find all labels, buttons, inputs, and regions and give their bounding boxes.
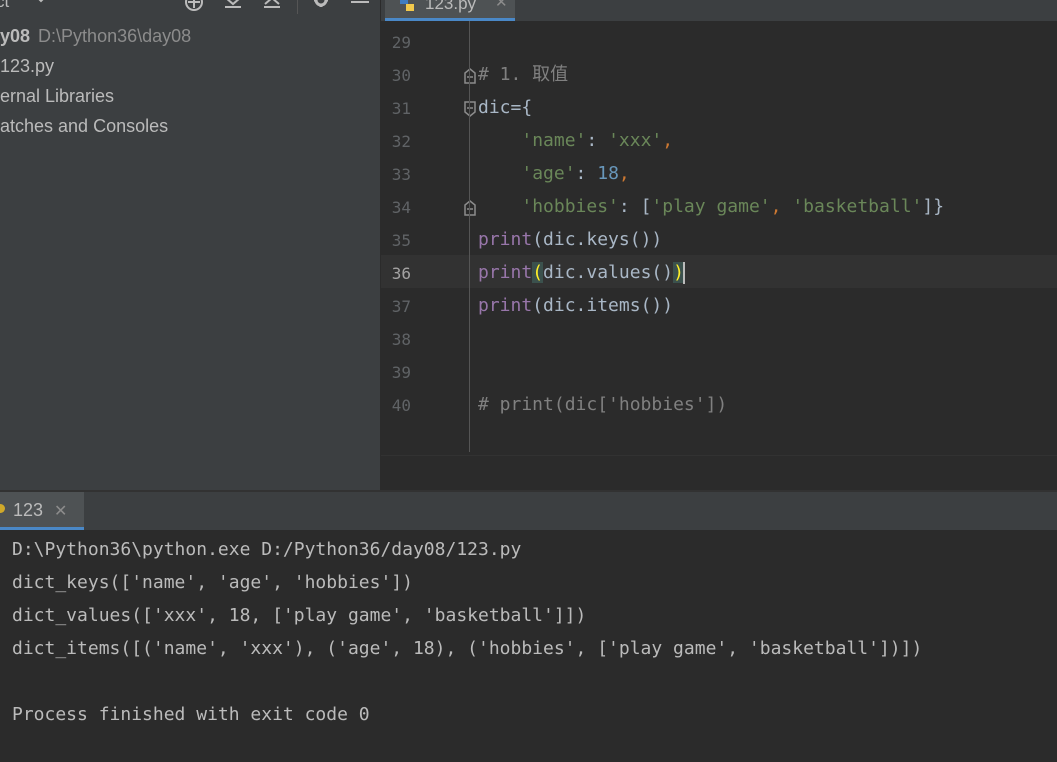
tree-item-scratches[interactable]: atches and Consoles [0, 112, 168, 140]
tab-label: 123.py [425, 0, 477, 13]
line-number: 34 [391, 198, 411, 217]
line-number: 38 [391, 330, 411, 349]
chevron-down-icon[interactable] [34, 0, 48, 11]
line-number: 32 [391, 132, 411, 151]
comment: # 1. 取值 [478, 64, 569, 85]
variable: dic [478, 97, 511, 118]
line-number: 30 [391, 66, 411, 85]
tree-item-label: 123.py [0, 56, 55, 76]
tab-run-123[interactable]: 123 ✕ [0, 492, 84, 530]
project-toolbar: ct [0, 0, 380, 20]
line-number: 39 [391, 363, 411, 382]
code-line-35: print(dic.keys()) [478, 229, 663, 250]
operator: ={ [510, 97, 533, 118]
tree-item-external-libraries[interactable]: ernal Libraries [0, 82, 114, 110]
console-line: dict_items([('name', 'xxx'), ('age', 18)… [12, 638, 923, 659]
dict-key: 'age' [521, 163, 576, 184]
gear-icon[interactable] [310, 0, 332, 19]
print-keyword: print [478, 262, 533, 283]
line-number: 33 [391, 165, 411, 184]
print-keyword: print [478, 229, 533, 250]
call-argument: dic.values() [543, 262, 674, 283]
editor-panel: 123.py ✕ 29 30 31 32 33 34 35 36 37 38 3… [381, 0, 1057, 490]
code-line-31: dic={ [478, 91, 532, 124]
project-panel: ct y08 D:\Python36\day08 123.py ernal Lib… [0, 0, 380, 490]
tree-item-label: atches and Consoles [0, 116, 169, 136]
code-line-34: 'hobbies': ['play game', 'basketball']} [521, 196, 945, 217]
editor-bottom-area [381, 455, 1057, 490]
tree-item-project-root[interactable]: y08 D:\Python36\day08 [0, 22, 191, 50]
console-line: dict_values(['xxx', 18, ['play game', 'b… [12, 605, 587, 626]
console-line: D:\Python36\python.exe D:/Python36/day08… [12, 539, 522, 560]
run-config-icon [0, 504, 5, 513]
matched-brace: ( [532, 262, 544, 283]
tree-item-label: ernal Libraries [0, 86, 115, 106]
console-line: dict_keys(['name', 'age', 'hobbies']) [12, 572, 413, 593]
collapse-all-icon[interactable] [222, 0, 244, 19]
list-item: 'basketball' [792, 196, 923, 217]
line-number: 31 [391, 99, 411, 118]
close-icon[interactable]: ✕ [54, 501, 67, 521]
console-line: Process finished with exit code 0 [12, 704, 370, 725]
indent-guide [469, 21, 470, 452]
code-line-30: # 1. 取值 [478, 58, 568, 91]
list-item: 'play game' [651, 196, 771, 217]
dict-value: 18 [597, 163, 619, 184]
fold-marker-icon[interactable] [463, 67, 477, 90]
code-line-36: print(dic.values()) [478, 256, 685, 289]
toolbar-divider [297, 0, 298, 14]
line-number-active: 36 [391, 264, 411, 283]
fold-marker-icon[interactable] [463, 199, 477, 222]
run-tab-label: 123 [13, 500, 44, 520]
line-number: 40 [391, 396, 411, 415]
close-icon[interactable]: ✕ [495, 0, 508, 11]
comment: # print(dic['hobbies']) [478, 394, 728, 415]
minimize-icon[interactable] [349, 0, 371, 19]
line-number-gutter: 29 30 31 32 33 34 35 36 37 38 39 40 [381, 21, 476, 455]
line-number: 37 [391, 297, 411, 316]
locate-icon[interactable] [183, 0, 205, 19]
expand-all-icon[interactable] [261, 0, 283, 19]
code-line-37: print(dic.items()) [478, 295, 674, 316]
code-line-40: # print(dic['hobbies']) [478, 388, 727, 421]
print-keyword: print [478, 295, 533, 316]
call-argument: dic.items() [543, 295, 663, 316]
dict-value: 'xxx' [608, 130, 663, 151]
run-console[interactable]: D:\Python36\python.exe D:/Python36/day08… [0, 530, 1057, 762]
fold-marker-icon[interactable] [463, 100, 477, 123]
project-root-name: y08 [0, 26, 31, 46]
project-root-path: D:\Python36\day08 [38, 26, 192, 46]
line-number: 29 [391, 33, 411, 52]
call-argument: dic.keys() [543, 229, 652, 250]
tree-item-file[interactable]: 123.py [0, 52, 54, 80]
dict-key: 'name' [521, 130, 587, 151]
dict-key: 'hobbies' [521, 196, 619, 217]
python-file-icon [397, 0, 417, 17]
tab-123-py[interactable]: 123.py ✕ [385, 0, 515, 21]
code-area[interactable]: # 1. 取值 dic={ 'name': 'xxx', 'age': 18, … [478, 21, 1057, 455]
line-number: 35 [391, 231, 411, 250]
text-caret [682, 262, 685, 284]
code-line-32: 'name': 'xxx', [521, 130, 674, 151]
code-line-33: 'age': 18, [521, 163, 630, 184]
editor-tab-bar: 123.py ✕ [381, 0, 1057, 21]
project-title[interactable]: ct [0, 0, 9, 12]
run-tab-bar: 123 ✕ [0, 492, 1057, 530]
